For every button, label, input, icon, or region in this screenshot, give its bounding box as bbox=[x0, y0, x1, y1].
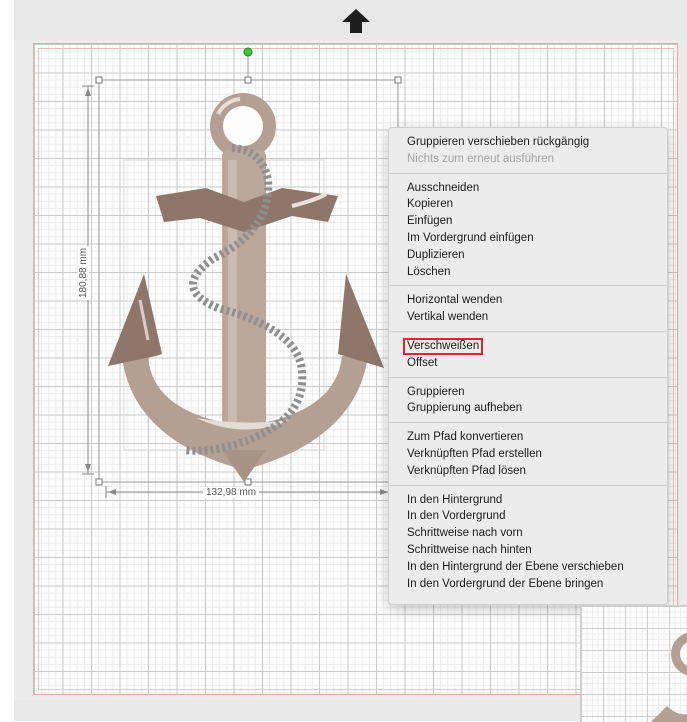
anchor-shape[interactable] bbox=[108, 93, 384, 482]
menu-item-ausschneiden[interactable]: Ausschneiden bbox=[389, 180, 667, 197]
menu-item-label: Schrittweise nach vorn bbox=[407, 527, 523, 540]
menu-separator bbox=[389, 422, 667, 424]
menu-item-label: Gruppieren verschieben rückgängig bbox=[407, 136, 590, 148]
menu-separator bbox=[389, 285, 667, 287]
menu-item-label: In den Hintergrund bbox=[407, 493, 503, 506]
menu-item-label: Duplizieren bbox=[407, 248, 465, 261]
menu-item-label: Horizontal wenden bbox=[407, 294, 503, 307]
menu-item-vertikal-wenden[interactable]: Vertikal wenden bbox=[389, 309, 667, 326]
design-space: 180,88 mm 132,98 mm Gruppieren verschieb… bbox=[0, 0, 687, 722]
menu-item-in-den-hintergrund[interactable]: In den Hintergrund bbox=[389, 492, 667, 509]
menu-item-kopieren[interactable]: Kopieren bbox=[389, 196, 667, 213]
menu-item-duplizieren[interactable]: Duplizieren bbox=[389, 247, 667, 264]
menu-item-label: Kopieren bbox=[407, 198, 454, 211]
menu-item-label: Im Vordergrund einfügen bbox=[407, 231, 534, 244]
menu-item-label: Gruppieren bbox=[407, 385, 465, 398]
context-menu: Gruppieren verschieben rückgängig Nichts … bbox=[388, 127, 668, 605]
menu-item-nichts-zum-erneut-ausfuhren: Nichts zum erneut ausführen bbox=[389, 151, 667, 168]
menu-separator bbox=[389, 484, 667, 486]
thumbnail-preview[interactable] bbox=[580, 605, 687, 722]
menu-item-in-den-vordergrund[interactable]: In den Vordergrund bbox=[389, 508, 667, 525]
menu-item-label: Offset bbox=[407, 356, 438, 369]
menu-item-einfugen[interactable]: Einfügen bbox=[389, 213, 667, 230]
menu-item-label: In den Vordergrund bbox=[407, 510, 506, 523]
menu-separator bbox=[389, 172, 667, 174]
menu-item-label: Löschen bbox=[407, 265, 451, 278]
width-label: 132,98 mm bbox=[203, 487, 260, 498]
menu-item-in-den-vordergrund-der-ebene-bringen[interactable]: In den Vordergrund der Ebene bringen bbox=[389, 576, 667, 593]
menu-item-in-den-hintergrund-der-ebene-verschieben[interactable]: In den Hintergrund der Ebene verschieben bbox=[389, 559, 667, 576]
menu-item-gruppieren-verschieben-ruckgangig[interactable]: Gruppieren verschieben rückgängig bbox=[389, 134, 667, 151]
menu-item-horizontal-wenden[interactable]: Horizontal wenden bbox=[389, 292, 667, 309]
menu-item-label: Verknüpften Pfad lösen bbox=[407, 464, 526, 477]
menu-item-label: Gruppierung aufheben bbox=[407, 402, 523, 415]
menu-separator bbox=[389, 330, 667, 332]
rotate-handle-icon[interactable] bbox=[243, 47, 253, 57]
menu-item-label: Nichts zum erneut ausführen bbox=[407, 152, 555, 165]
menu-item-label: Verschweißen bbox=[403, 337, 484, 355]
menu-item-label: Schrittweise nach hinten bbox=[407, 543, 532, 556]
menu-item-loschen[interactable]: Löschen bbox=[389, 264, 667, 281]
menu-separator bbox=[389, 376, 667, 378]
menu-item-label: Ausschneiden bbox=[407, 181, 480, 194]
menu-item-verknupften-pfad-erstellen[interactable]: Verknüpften Pfad erstellen bbox=[389, 446, 667, 463]
menu-item-verknupften-pfad-losen[interactable]: Verknüpften Pfad lösen bbox=[389, 463, 667, 480]
menu-item-label: Zum Pfad konvertieren bbox=[407, 431, 524, 444]
menu-item-gruppierung-aufheben[interactable]: Gruppierung aufheben bbox=[389, 400, 667, 417]
menu-item-schrittweise-nach-vorn[interactable]: Schrittweise nach vorn bbox=[389, 525, 667, 542]
menu-item-zum-pfad-konvertieren[interactable]: Zum Pfad konvertieren bbox=[389, 429, 667, 446]
menu-item-label: Einfügen bbox=[407, 215, 453, 228]
menu-item-im-vordergrund-einfugen[interactable]: Im Vordergrund einfügen bbox=[389, 230, 667, 247]
menu-item-offset[interactable]: Offset bbox=[389, 355, 667, 372]
menu-item-schrittweise-nach-hinten[interactable]: Schrittweise nach hinten bbox=[389, 542, 667, 559]
menu-item-verschweissen[interactable]: Verschweißen bbox=[389, 337, 667, 355]
menu-item-label: Verknüpften Pfad erstellen bbox=[407, 447, 542, 460]
height-label: 180,88 mm bbox=[78, 245, 89, 300]
thumbnail-anchor-icon bbox=[651, 632, 687, 722]
menu-item-label: In den Hintergrund der Ebene verschieben bbox=[407, 560, 624, 573]
menu-item-label: Vertikal wenden bbox=[407, 311, 489, 324]
menu-item-gruppieren[interactable]: Gruppieren bbox=[389, 384, 667, 401]
menu-item-label: In den Vordergrund der Ebene bringen bbox=[407, 577, 604, 590]
